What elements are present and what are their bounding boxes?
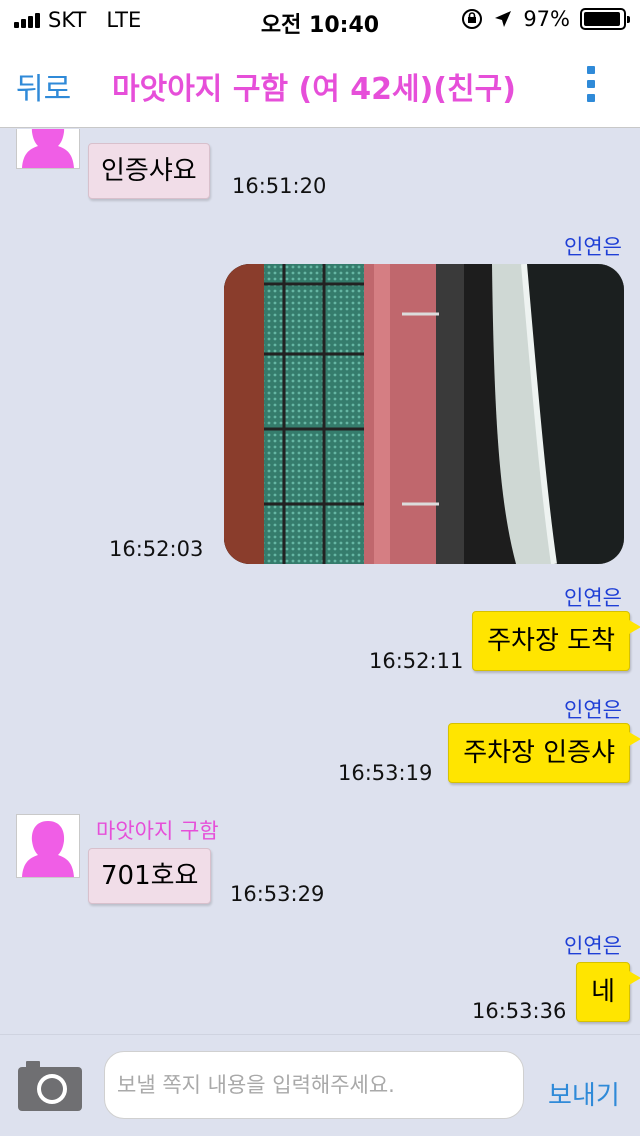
- message-time: 16:51:20: [232, 174, 327, 198]
- back-button[interactable]: 뒤로: [16, 64, 71, 108]
- message-time: 16:52:11: [369, 649, 464, 673]
- sender-name: 인연은: [564, 934, 622, 958]
- message-bubble[interactable]: 주차장 도착: [472, 611, 640, 671]
- rotation-lock-icon: [462, 9, 483, 29]
- send-button[interactable]: 보내기: [548, 1075, 620, 1112]
- location-arrow-icon: [495, 11, 512, 27]
- composer-bar: 보내기: [0, 1034, 640, 1136]
- status-bar: SKT LTE 오전 10:40 97%: [0, 0, 640, 40]
- message-time: 16:52:03: [109, 537, 204, 561]
- message-bubble[interactable]: 인증샤요: [88, 143, 210, 199]
- message-time: 16:53:19: [338, 761, 433, 785]
- page-title: 마앗아지 구함 (여 42세)(친구): [112, 72, 516, 107]
- photo-message[interactable]: [224, 264, 624, 564]
- message-time: 16:53:29: [230, 882, 325, 906]
- camera-icon[interactable]: [16, 1057, 84, 1113]
- sender-name: 인연은: [564, 235, 622, 259]
- sender-name: 마앗아지 구함: [96, 819, 219, 843]
- parking-photo-image: [224, 264, 624, 564]
- avatar[interactable]: [16, 129, 80, 169]
- message-bubble[interactable]: 주차장 인증샤: [448, 723, 640, 783]
- status-right: 97%: [461, 7, 630, 31]
- message-time: 16:53:36: [472, 999, 567, 1023]
- battery-icon: [580, 8, 630, 30]
- message-input[interactable]: [104, 1051, 524, 1119]
- message-bubble[interactable]: 701호요: [88, 848, 212, 904]
- battery-percent: 97%: [523, 7, 570, 31]
- message-bubble[interactable]: 네: [576, 962, 640, 1022]
- avatar[interactable]: [16, 814, 80, 878]
- more-vertical-icon[interactable]: [586, 66, 596, 102]
- nav-bar: 뒤로 마앗아지 구함 (여 42세)(친구): [0, 40, 640, 128]
- chat-list[interactable]: 인증샤요 16:51:20 인연은 16:52:03 인연은 주차장 도착 16…: [0, 129, 640, 1034]
- person-silhouette-icon: [22, 821, 74, 877]
- sender-name: 인연은: [564, 698, 622, 722]
- person-silhouette-icon: [22, 129, 74, 168]
- sender-name: 인연은: [564, 586, 622, 610]
